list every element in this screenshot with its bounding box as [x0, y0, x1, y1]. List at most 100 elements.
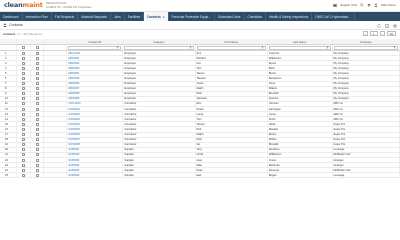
- contact-id-link[interactable]: CON0005: [67, 127, 124, 132]
- contact-id-link[interactable]: ABC0001: [67, 56, 124, 61]
- user-menu[interactable]: Main Menu: [381, 3, 396, 7]
- contact-id-link[interactable]: SUP0001: [67, 147, 124, 152]
- row-action-checkbox[interactable]: [35, 61, 39, 65]
- page-size-select[interactable]: 25: [386, 31, 396, 36]
- bell-icon[interactable]: [367, 3, 371, 7]
- page-number[interactable]: 1: [369, 31, 378, 36]
- row-action-checkbox[interactable]: [35, 122, 39, 126]
- row-checkbox[interactable]: [22, 143, 26, 147]
- row-checkbox[interactable]: [22, 133, 26, 137]
- tab-material-requests[interactable]: Material Requests: [78, 12, 111, 21]
- contact-id-link[interactable]: ABC0008: [67, 91, 124, 96]
- contact-id-link[interactable]: ABC0003: [67, 66, 124, 71]
- row-action-checkbox[interactable]: [35, 117, 39, 121]
- row-checkbox[interactable]: [22, 158, 26, 162]
- select-all-checkbox[interactable]: [35, 46, 39, 49]
- row-action-checkbox[interactable]: [35, 133, 39, 137]
- filter-icon[interactable]: [261, 46, 264, 49]
- row-action-checkbox[interactable]: [35, 56, 39, 60]
- contact-id-link[interactable]: ABC0009: [67, 96, 124, 101]
- row-action-checkbox[interactable]: [35, 163, 39, 167]
- row-checkbox[interactable]: [22, 168, 26, 172]
- table-row[interactable]: 25 SUP0006 Supplier Earl Bogan Leverage: [0, 173, 400, 179]
- row-checkbox[interactable]: [22, 51, 26, 55]
- column-header[interactable]: Company: [333, 39, 400, 44]
- refresh-button[interactable]: [376, 23, 381, 28]
- row-checkbox[interactable]: [22, 66, 26, 70]
- row-action-checkbox[interactable]: [35, 112, 39, 116]
- tab-oms-coll-2-hyderabad[interactable]: OMS Coll 2 Hyderabad...: [312, 12, 355, 21]
- row-checkbox[interactable]: [22, 71, 26, 75]
- row-action-checkbox[interactable]: [35, 102, 39, 106]
- row-action-checkbox[interactable]: [35, 82, 39, 86]
- row-checkbox[interactable]: [22, 122, 26, 126]
- column-header[interactable]: First Name: [196, 39, 268, 44]
- contact-id-link[interactable]: SUP0003: [67, 157, 124, 163]
- row-action-checkbox[interactable]: [35, 97, 39, 101]
- row-action-checkbox[interactable]: [35, 127, 39, 131]
- contact-id-link[interactable]: CON0003: [67, 117, 124, 122]
- tab-contacts[interactable]: Contacts ×: [144, 12, 169, 21]
- tab-personal-protective-equip[interactable]: Personal Protective Equip...: [169, 12, 215, 21]
- app-logo[interactable]: cleanmaint: [4, 1, 43, 9]
- row-checkbox[interactable]: [22, 163, 26, 167]
- column-filter-input[interactable]: [124, 45, 194, 50]
- column-filter-input[interactable]: [68, 45, 122, 50]
- row-checkbox[interactable]: [22, 77, 26, 81]
- row-action-checkbox[interactable]: [35, 51, 39, 55]
- tab-health-safety-inspections[interactable]: Health & Safety Inspections: [266, 12, 313, 21]
- row-checkbox[interactable]: [22, 173, 26, 177]
- contact-id-link[interactable]: CON0007: [67, 137, 124, 142]
- row-checkbox[interactable]: [22, 102, 26, 106]
- row-checkbox[interactable]: [22, 117, 26, 121]
- tab-jobs[interactable]: Jobs: [111, 12, 125, 21]
- row-action-checkbox[interactable]: [35, 168, 39, 172]
- column-header[interactable]: Contact ID: [67, 39, 124, 44]
- export-button[interactable]: [384, 23, 389, 28]
- contact-id-link[interactable]: SUP0005: [67, 168, 124, 173]
- filter-icon[interactable]: [325, 46, 329, 49]
- row-checkbox[interactable]: [22, 148, 26, 152]
- row-action-checkbox[interactable]: [35, 153, 39, 157]
- row-action-checkbox[interactable]: [35, 77, 39, 81]
- row-checkbox[interactable]: [22, 127, 26, 131]
- filter-icon[interactable]: [188, 46, 192, 49]
- user-icon[interactable]: [374, 3, 378, 7]
- tab-full-requests[interactable]: Full Requests: [52, 12, 79, 21]
- row-action-checkbox[interactable]: [35, 107, 39, 111]
- row-action-checkbox[interactable]: [35, 92, 39, 96]
- tab-dashboard[interactable]: Dashboard: [0, 12, 23, 21]
- contact-id-link[interactable]: ABC0002: [67, 61, 124, 66]
- settings-button[interactable]: [392, 23, 397, 28]
- row-action-checkbox[interactable]: [35, 173, 39, 177]
- row-checkbox[interactable]: [22, 92, 26, 96]
- row-checkbox[interactable]: [22, 56, 26, 60]
- prev-page-button[interactable]: ‹: [362, 31, 368, 36]
- row-checkbox[interactable]: [22, 87, 26, 91]
- row-action-checkbox[interactable]: [35, 66, 39, 70]
- column-header[interactable]: Last Name: [268, 39, 333, 44]
- contact-id-link[interactable]: ABC0007: [67, 86, 124, 91]
- tab-interaction-plan[interactable]: Interaction Plan: [23, 12, 52, 21]
- search-icon[interactable]: [360, 3, 364, 7]
- row-action-checkbox[interactable]: [35, 143, 39, 147]
- contact-id-link[interactable]: CON0002: [67, 112, 124, 117]
- row-action-checkbox[interactable]: [35, 87, 39, 91]
- select-all-checkbox[interactable]: [22, 46, 26, 49]
- filter-icon[interactable]: [393, 46, 396, 49]
- column-filter-input[interactable]: [333, 45, 399, 50]
- contact-id-link[interactable]: SUP0002: [67, 152, 124, 157]
- contact-id-link[interactable]: ABC0004: [67, 71, 124, 76]
- tab-facilities[interactable]: Facilities: [125, 12, 145, 21]
- contact-id-link[interactable]: ABC0005: [67, 76, 124, 81]
- column-filter-input[interactable]: [196, 45, 266, 50]
- row-checkbox[interactable]: [22, 107, 26, 111]
- column-filter-input[interactable]: [268, 45, 331, 50]
- close-icon[interactable]: ×: [163, 15, 165, 19]
- row-checkbox[interactable]: [22, 82, 26, 86]
- row-checkbox[interactable]: [22, 153, 26, 157]
- contact-id-link[interactable]: CON0008: [67, 142, 124, 147]
- row-checkbox[interactable]: [22, 61, 26, 65]
- contact-id-link[interactable]: ABC-0001: [67, 51, 124, 56]
- row-action-checkbox[interactable]: [35, 138, 39, 142]
